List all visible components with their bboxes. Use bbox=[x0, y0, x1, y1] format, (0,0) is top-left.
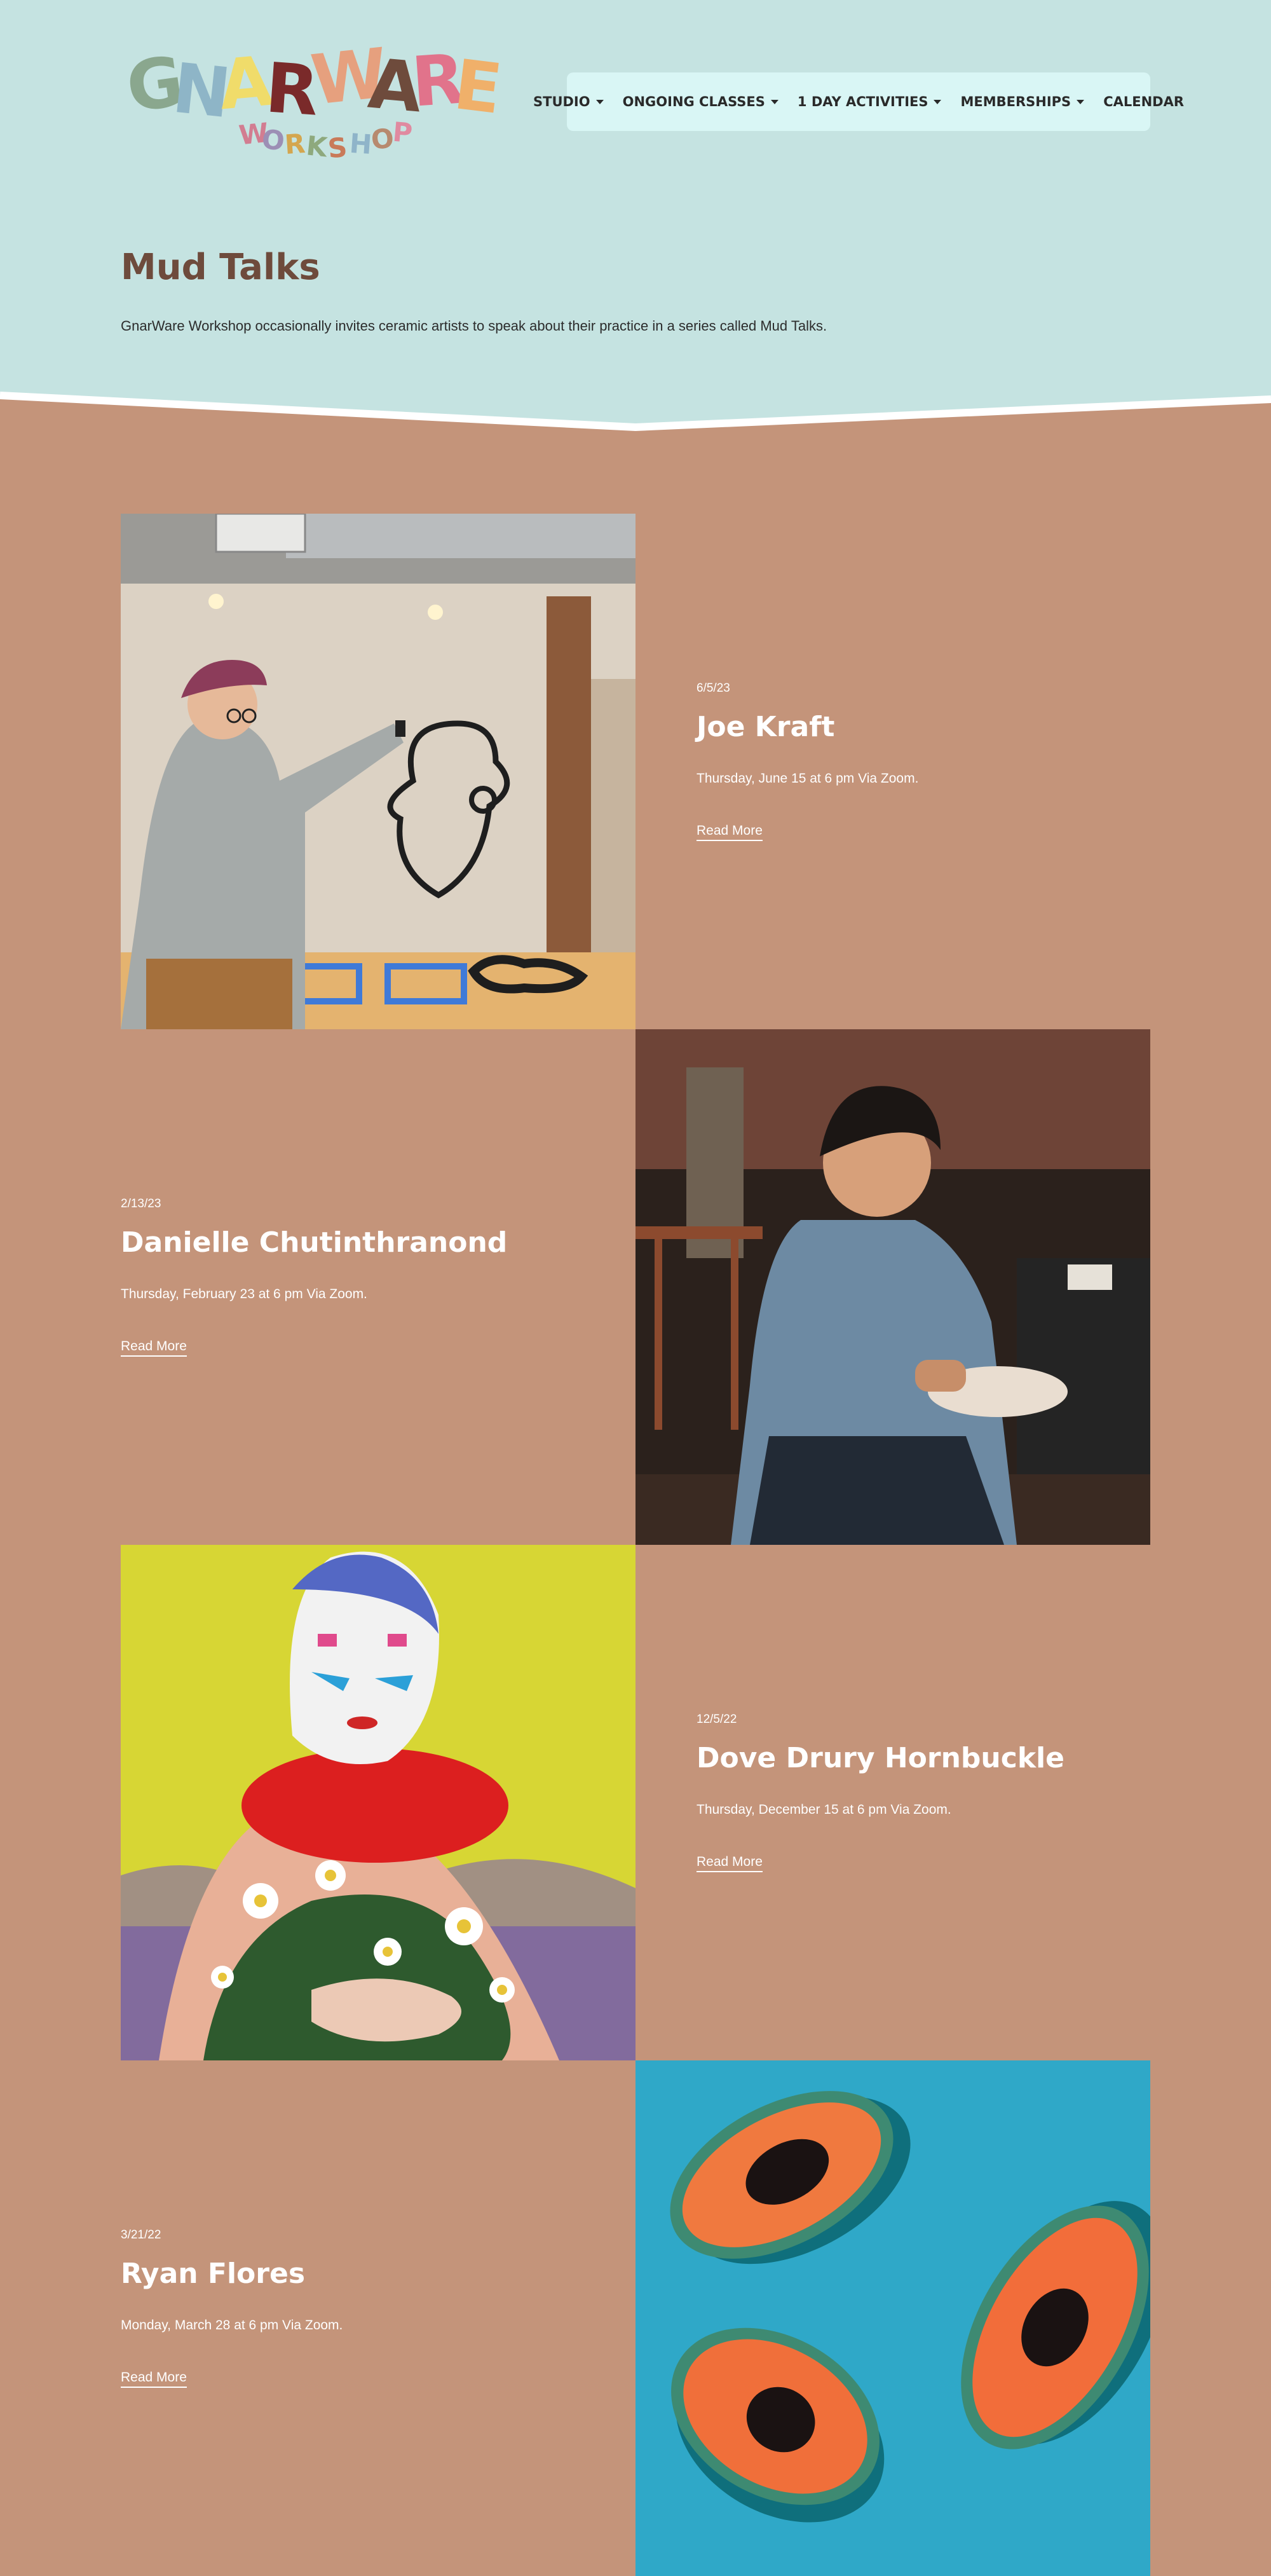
talk-text: 3/21/22 Ryan Flores Monday, March 28 at … bbox=[121, 2228, 578, 2388]
talk-name: Dove Drury Hornbuckle bbox=[697, 1742, 1065, 1774]
talk-photo[interactable] bbox=[121, 1545, 636, 2060]
talk-photo[interactable] bbox=[636, 1029, 1150, 1545]
caret-down-icon bbox=[770, 99, 778, 104]
talk-date: 6/5/23 bbox=[697, 682, 730, 695]
talk-name: Danielle Chutinthranond bbox=[121, 1226, 508, 1259]
read-more-link[interactable]: Read More bbox=[697, 823, 763, 841]
talk-text: 12/5/22 Dove Drury Hornbuckle Thursday, … bbox=[697, 1713, 1154, 1872]
talk-photo[interactable] bbox=[121, 514, 636, 1029]
nav-item-label: MEMBERSHIPS bbox=[960, 94, 1071, 109]
logo-letter: E bbox=[449, 45, 506, 130]
header-wave-divider bbox=[0, 392, 1271, 439]
caret-down-icon bbox=[1077, 99, 1085, 104]
nav-item-label: 1 DAY ACTIVITIES bbox=[797, 94, 928, 109]
talk-date: 2/13/23 bbox=[121, 1197, 161, 1210]
talk-date: 12/5/22 bbox=[697, 1713, 737, 1726]
talk-description: Thursday, February 23 at 6 pm Via Zoom. bbox=[121, 1287, 367, 1301]
talk-description: Thursday, June 15 at 6 pm Via Zoom. bbox=[697, 771, 919, 786]
talk-date: 3/21/22 bbox=[121, 2228, 161, 2242]
nav-item-calendar[interactable]: CALENDAR bbox=[1103, 94, 1184, 109]
logo-letter: R bbox=[283, 127, 308, 161]
talk-text: 6/5/23 Joe Kraft Thursday, June 15 at 6 … bbox=[697, 682, 1154, 841]
read-more-link[interactable]: Read More bbox=[121, 1339, 187, 1357]
nav-item-studio[interactable]: STUDIO bbox=[533, 94, 604, 109]
logo-letter: K bbox=[304, 130, 330, 163]
page-title: Mud Talks bbox=[121, 247, 320, 288]
gnarware-logo[interactable]: G N A R W A R E W O R K S H O P bbox=[122, 34, 506, 165]
talk-row-danielle-chutinthranond: 2/13/23 Danielle Chutinthranond Thursday… bbox=[121, 1029, 1150, 1545]
caret-down-icon bbox=[934, 99, 942, 104]
nav-item-ongoing-classes[interactable]: ONGOING CLASSES bbox=[623, 94, 778, 109]
talk-name: Joe Kraft bbox=[697, 711, 835, 743]
talk-row-ryan-flores: 3/21/22 Ryan Flores Monday, March 28 at … bbox=[121, 2060, 1150, 2576]
logo-letter: O bbox=[260, 123, 287, 157]
talk-description: Monday, March 28 at 6 pm Via Zoom. bbox=[121, 2318, 343, 2333]
nav-item-label: ONGOING CLASSES bbox=[622, 94, 765, 109]
read-more-link[interactable]: Read More bbox=[121, 2370, 187, 2388]
talk-row-dove-drury-hornbuckle: 12/5/22 Dove Drury Hornbuckle Thursday, … bbox=[121, 1545, 1150, 2060]
talk-description: Thursday, December 15 at 6 pm Via Zoom. bbox=[697, 1802, 951, 1817]
nav-item-label: CALENDAR bbox=[1103, 94, 1185, 109]
caret-down-icon bbox=[595, 99, 604, 104]
logo-letter: P bbox=[391, 116, 415, 149]
talk-photo[interactable] bbox=[636, 2060, 1150, 2576]
talk-text: 2/13/23 Danielle Chutinthranond Thursday… bbox=[121, 1197, 578, 1357]
page-intro: GnarWare Workshop occasionally invites c… bbox=[121, 318, 827, 334]
talk-name: Ryan Flores bbox=[121, 2257, 306, 2290]
main-nav: STUDIO ONGOING CLASSES 1 DAY ACTIVITIES … bbox=[533, 72, 1184, 131]
nav-item-label: STUDIO bbox=[533, 94, 590, 109]
nav-item-1-day-activities[interactable]: 1 DAY ACTIVITIES bbox=[798, 94, 942, 109]
read-more-link[interactable]: Read More bbox=[697, 1854, 763, 1872]
logo-letter: S bbox=[326, 131, 350, 165]
talk-row-joe-kraft: 6/5/23 Joe Kraft Thursday, June 15 at 6 … bbox=[121, 514, 1150, 1029]
nav-item-memberships[interactable]: MEMBERSHIPS bbox=[960, 94, 1085, 109]
